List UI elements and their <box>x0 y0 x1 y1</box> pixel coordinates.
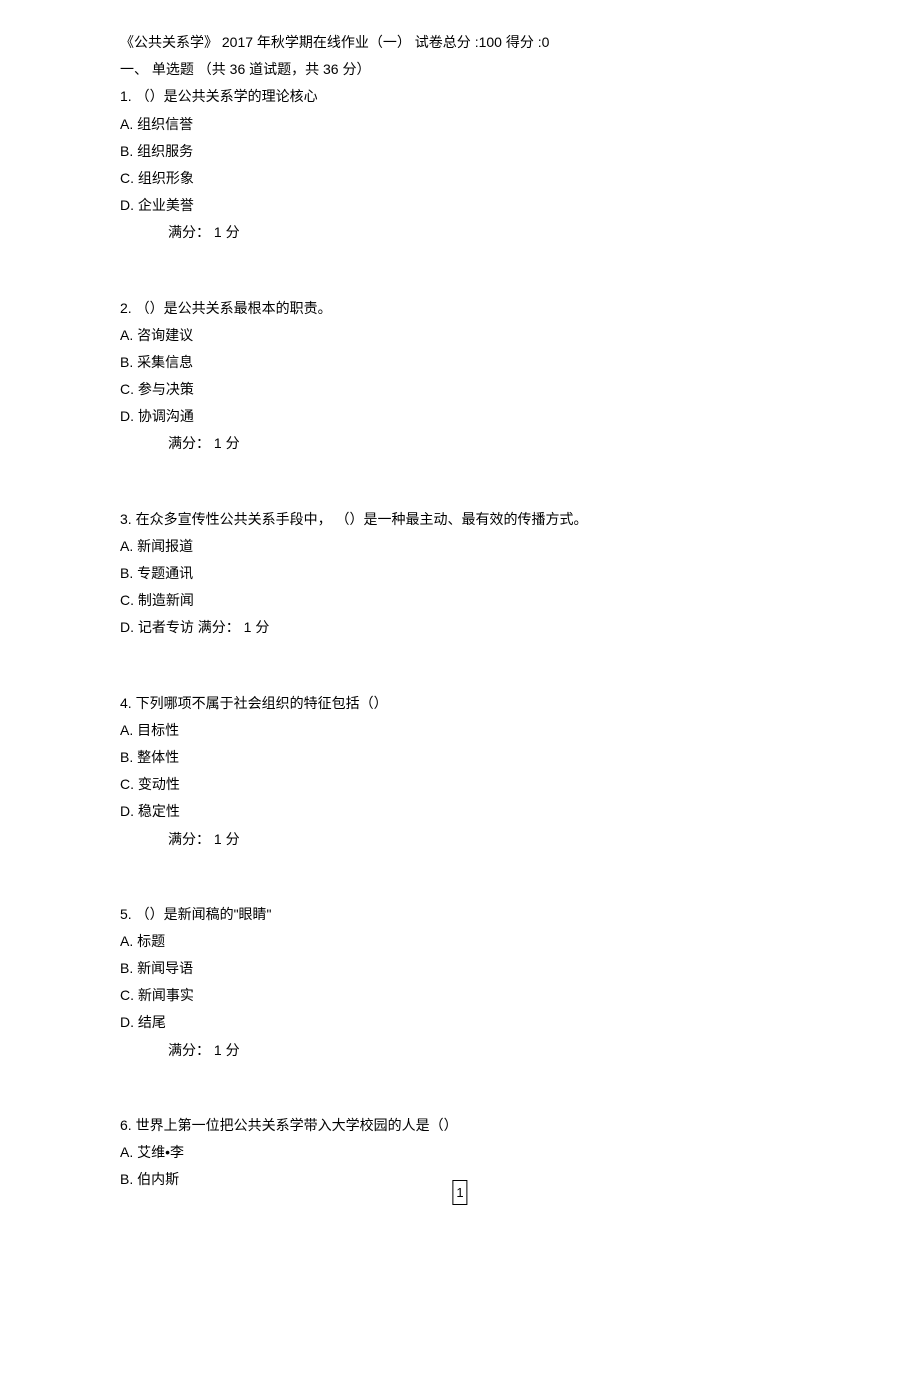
section-title: 一、 单选题 （共 36 道试题，共 36 分） <box>120 57 800 82</box>
question-score: 满分： 1 分 <box>120 220 800 245</box>
question-block: 2. （）是公共关系最根本的职责。A. 咨询建议B. 采集信息C. 参与决策D.… <box>120 296 800 457</box>
option[interactable]: C. 组织形象 <box>120 166 800 191</box>
option[interactable]: B. 专题通讯 <box>120 561 800 586</box>
option[interactable]: A. 咨询建议 <box>120 323 800 348</box>
question-block: 4. 下列哪项不属于社会组织的特征包括（）A. 目标性B. 整体性C. 变动性D… <box>120 691 800 852</box>
question-block: 5. （）是新闻稿的"眼睛"A. 标题B. 新闻导语C. 新闻事实D. 结尾满分… <box>120 902 800 1063</box>
question-score: 满分： 1 分 <box>120 431 800 456</box>
option[interactable]: A. 组织信誉 <box>120 112 800 137</box>
option[interactable]: C. 新闻事实 <box>120 983 800 1008</box>
question-text: 1. （）是公共关系学的理论核心 <box>120 84 800 109</box>
option[interactable]: A. 艾维•李 <box>120 1140 800 1165</box>
page-number: 1 <box>452 1180 467 1205</box>
option[interactable]: B. 整体性 <box>120 745 800 770</box>
question-text: 5. （）是新闻稿的"眼睛" <box>120 902 800 927</box>
question-block: 1. （）是公共关系学的理论核心 A. 组织信誉B. 组织服务C. 组织形象D. … <box>120 84 800 245</box>
option[interactable]: C. 变动性 <box>120 772 800 797</box>
question-score: 满分： 1 分 <box>120 827 800 852</box>
question-block: 3. 在众多宣传性公共关系手段中， （）是一种最主动、最有效的传播方式。A. 新… <box>120 507 800 641</box>
questions-container: 1. （）是公共关系学的理论核心A. 组织信誉B. 组织服务C. 组织形象D. … <box>120 84 800 1192</box>
option[interactable]: D. 结尾 <box>120 1010 800 1035</box>
option[interactable]: D. 协调沟通 <box>120 404 800 429</box>
option[interactable]: B. 组织服务 <box>120 139 800 164</box>
option[interactable]: B. 新闻导语 <box>120 956 800 981</box>
option[interactable]: C. 参与决策 <box>120 377 800 402</box>
question-score: 满分： 1 分 <box>120 1038 800 1063</box>
option[interactable]: B. 采集信息 <box>120 350 800 375</box>
option[interactable]: C. 制造新闻 <box>120 588 800 613</box>
question-text: 3. 在众多宣传性公共关系手段中， （）是一种最主动、最有效的传播方式。 <box>120 507 800 532</box>
option[interactable]: A. 新闻报道 <box>120 534 800 559</box>
question-text: 2. （）是公共关系最根本的职责。 <box>120 296 800 321</box>
option[interactable]: A. 目标性 <box>120 718 800 743</box>
option[interactable]: D. 稳定性 <box>120 799 800 824</box>
option[interactable]: A. 标题 <box>120 929 800 954</box>
option[interactable]: D. 记者专访 满分： 1 分 <box>120 615 800 640</box>
document-header: 《公共关系学》 2017 年秋学期在线作业（一） 试卷总分 :100 得分 :0 <box>120 30 800 55</box>
option[interactable]: D. 企业美誉 <box>120 193 800 218</box>
question-text: 6. 世界上第一位把公共关系学带入大学校园的人是（） <box>120 1113 800 1138</box>
question-text: 4. 下列哪项不属于社会组织的特征包括（） <box>120 691 800 716</box>
